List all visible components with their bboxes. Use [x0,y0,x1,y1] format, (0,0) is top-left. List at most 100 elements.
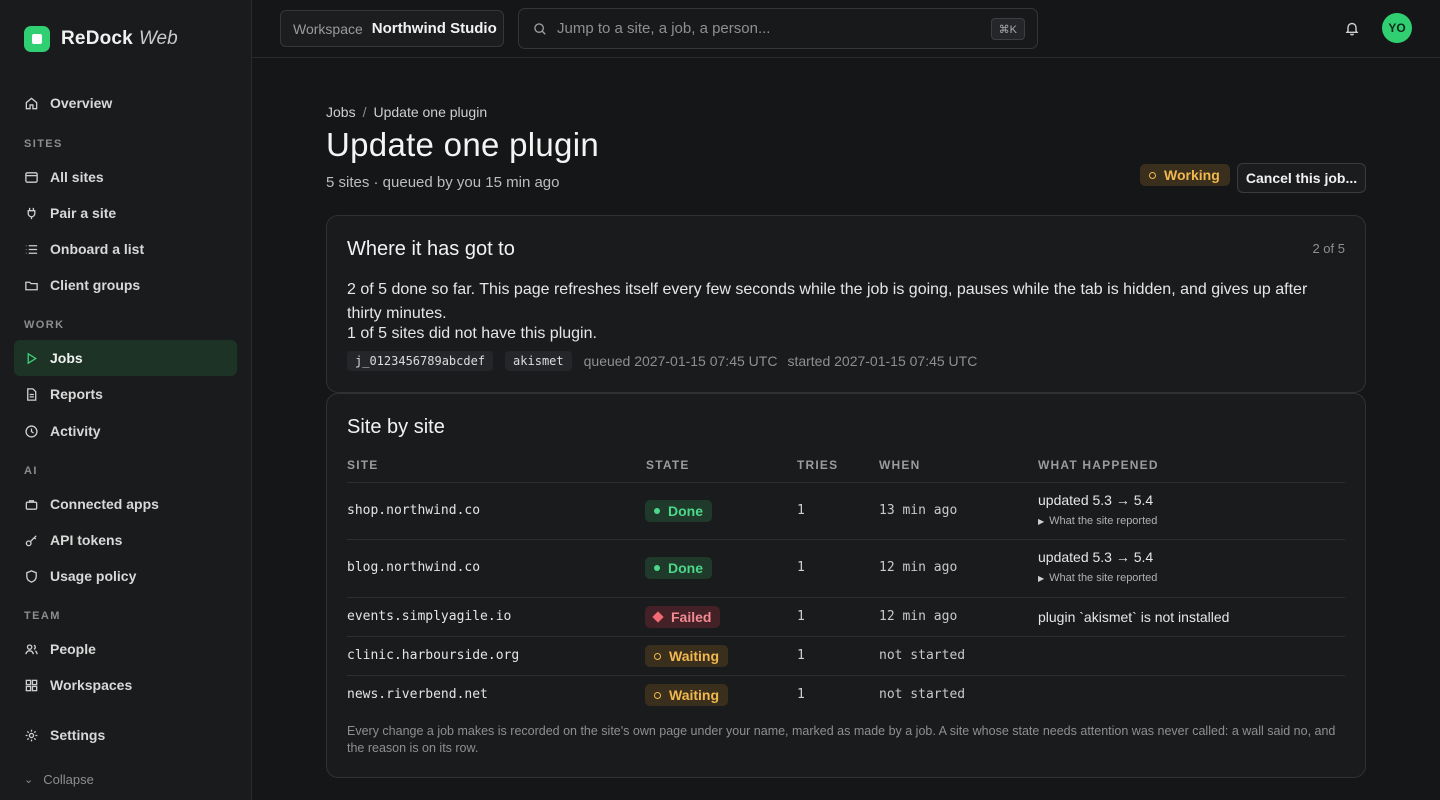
workspace-label: Workspace [293,20,363,37]
disclosure-triangle-icon: ▶ [1038,516,1045,526]
sidebar: ReDock Web Overview SITES All sites Pair… [0,0,252,800]
bell-icon[interactable] [1344,20,1360,36]
plugin-chip: akismet [505,351,572,371]
sidebar-item-label: Jobs [50,350,83,366]
table-row: shop.northwind.co Done 1 13 min ago upda… [347,482,1345,539]
sidebar-item-people[interactable]: People [14,631,237,667]
chevron-down-icon: ⌄ [24,774,34,786]
when-text: 13 min ago [879,503,958,518]
site-report-label: What the site reported [1049,515,1158,527]
breadcrumb-current: Update one plugin [373,104,488,120]
table-row: clinic.harbourside.org Waiting 1 not sta… [347,636,1345,675]
table-row: news.riverbend.net Waiting 1 not started [347,675,1345,714]
breadcrumb-jobs-link[interactable]: Jobs [326,104,356,120]
column-header-tries: TRIES [797,458,839,472]
site-name[interactable]: events.simplyagile.io [347,609,511,624]
status-dot-icon [654,565,660,571]
what-happened: updated 5.3 → 5.4 ▶ What the site report… [1038,549,1157,584]
document-icon [27,387,37,401]
list-icon [25,244,38,254]
tries-count: 1 [797,503,805,518]
page-subtitle: 5 sites · queued by you 15 min ago [326,174,560,191]
what-happened-text: plugin `akismet` is not installed [1038,609,1230,625]
status-ring-icon [654,652,661,660]
status-badge: Done [645,500,712,522]
home-icon [25,96,38,109]
nav-section-ai: AI [24,465,38,477]
site-report-toggle[interactable]: ▶ What the site reported [1038,515,1157,527]
status-badge: Waiting [645,684,729,706]
status-badge: Waiting [645,645,729,667]
site-name[interactable]: clinic.harbourside.org [347,648,519,663]
sidebar-item-label: Workspaces [50,677,133,693]
workspace-switcher[interactable]: Workspace Northwind Studio [280,10,504,47]
progress-counter: 2 of 5 [1312,241,1345,256]
clock-icon [25,424,38,438]
table-row: events.simplyagile.io Failed 1 12 min ag… [347,597,1345,636]
sidebar-item-label: Connected apps [50,496,159,512]
sidebar-item-pair-site[interactable]: Pair a site [14,195,237,231]
sidebar-item-label: Reports [50,386,103,402]
sidebar-item-client-groups[interactable]: Client groups [14,267,237,303]
avatar[interactable]: YO [1382,13,1412,43]
brand-logo-icon [24,26,50,52]
users-icon [25,643,38,654]
brand[interactable]: ReDock Web [24,26,178,52]
site-name[interactable]: news.riverbend.net [347,687,488,702]
sidebar-item-label: Usage policy [50,568,137,584]
play-icon [27,352,37,364]
window-icon [25,171,38,183]
sidebar-item-label: Settings [50,727,106,743]
search-icon [534,22,546,35]
sidebar-item-usage-policy[interactable]: Usage policy [14,558,237,594]
shield-icon [26,569,37,583]
search-box[interactable]: ⌘K [518,8,1038,49]
sidebar-item-settings[interactable]: Settings [14,717,237,753]
job-meta: j_0123456789abcdef akismet queued 2027-0… [347,351,987,371]
collapse-button[interactable]: ⌄ Collapse [24,772,94,787]
column-header-when: WHEN [879,458,921,472]
status-ring-icon [654,691,661,699]
site-name[interactable]: blog.northwind.co [347,560,480,575]
workspace-name: Northwind Studio [371,20,497,37]
status-badge: Done [645,557,712,579]
sidebar-item-reports[interactable]: Reports [14,376,237,412]
column-header-site: SITE [347,458,379,472]
what-happened-text: updated 5.3 → 5.4 [1038,549,1154,565]
breadcrumb: Jobs / Update one plugin [326,104,487,120]
gear-icon [25,729,38,741]
briefcase-icon [25,499,38,510]
sidebar-item-jobs[interactable]: Jobs [14,340,237,376]
status-badge: Failed [645,606,721,628]
status-ring-icon [1149,171,1156,179]
cancel-job-button[interactable]: Cancel this job... [1237,163,1366,193]
sidebar-item-activity[interactable]: Activity [14,413,237,449]
started-time: started 2027-01-15 07:45 UTC [787,353,978,369]
sidebar-item-api-tokens[interactable]: API tokens [14,522,237,558]
column-header-state: STATE [646,458,690,472]
grid-icon [25,679,38,691]
sidebar-item-overview[interactable]: Overview [14,85,237,121]
table-footnote: Every change a job makes is recorded on … [347,724,1336,755]
status-label: Waiting [669,648,720,664]
search-input[interactable] [557,20,977,37]
topbar: Workspace Northwind Studio ⌘K YO [252,0,1440,58]
site-report-toggle[interactable]: ▶ What the site reported [1038,572,1157,584]
status-label: Done [668,560,703,576]
status-label: Waiting [669,687,720,703]
status-label: Failed [671,609,712,625]
site-name[interactable]: shop.northwind.co [347,503,480,518]
sidebar-item-onboard-list[interactable]: Onboard a list [14,231,237,267]
tries-count: 1 [797,560,805,575]
when-text: 12 min ago [879,609,958,624]
job-status-label: Working [1164,167,1220,183]
sidebar-item-connected-apps[interactable]: Connected apps [14,486,237,522]
sidebar-item-label: Client groups [50,277,141,293]
sidebar-item-label: All sites [50,169,104,185]
nav-section-work: WORK [24,319,65,331]
missing-plugin-text: 1 of 5 sites did not have this plugin. [347,325,597,342]
progress-card-title: Where it has got to [347,238,515,260]
sidebar-item-workspaces[interactable]: Workspaces [14,667,237,703]
what-happened-text: updated 5.3 → 5.4 [1038,492,1154,508]
sidebar-item-all-sites[interactable]: All sites [14,159,237,195]
